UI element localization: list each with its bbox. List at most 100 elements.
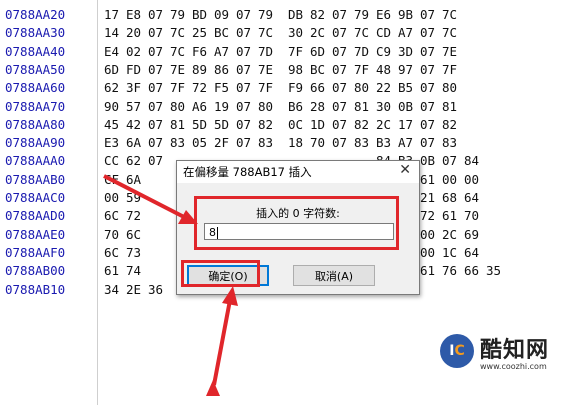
hex-byte[interactable]: 82	[442, 115, 464, 134]
hex-byte[interactable]: FD	[126, 60, 148, 79]
hex-byte[interactable]: 1C	[442, 243, 464, 262]
hex-byte[interactable]: 07	[420, 5, 442, 24]
hex-byte[interactable]: CD	[376, 23, 398, 42]
hex-byte[interactable]: 3D	[398, 42, 420, 61]
hex-byte[interactable]: 07	[148, 23, 170, 42]
hex-byte[interactable]: 86	[214, 60, 236, 79]
row-bytes[interactable]: 90 57 07 80 A6 19 07 80 B6 28 07 81 30 0B 07 81	[104, 97, 464, 116]
hex-byte[interactable]: 80	[170, 97, 192, 116]
hex-byte[interactable]: 66	[310, 78, 332, 97]
hex-byte[interactable]: 6A	[126, 170, 148, 189]
hex-byte[interactable]: 02	[126, 42, 148, 61]
hex-byte[interactable]: 80	[258, 97, 280, 116]
hex-byte[interactable]: 0C	[288, 115, 310, 134]
close-icon[interactable]: ✕	[399, 162, 411, 178]
row-bytes[interactable]: 17 E8 07 79 BD 09 07 79 DB 82 07 79 E6 9B 07 7C	[104, 5, 464, 24]
hex-byte[interactable]: BC	[214, 23, 236, 42]
hex-byte[interactable]: 1D	[310, 115, 332, 134]
hex-byte[interactable]: 17	[104, 5, 126, 24]
hex-byte[interactable]: B6	[288, 97, 310, 116]
hex-byte[interactable]: 81	[442, 97, 464, 116]
hex-byte[interactable]: 3F	[126, 78, 148, 97]
hex-byte[interactable]: 82	[354, 115, 376, 134]
hex-byte[interactable]: 07	[236, 78, 258, 97]
hex-byte[interactable]: 28	[310, 97, 332, 116]
hex-byte[interactable]: 07	[332, 133, 354, 152]
hex-byte[interactable]: F9	[288, 78, 310, 97]
row-bytes[interactable]: 6D FD 07 7E 89 86 07 7E 98 BC 07 7F 48 97 07 7F	[104, 60, 464, 79]
hex-byte[interactable]: 57	[126, 97, 148, 116]
hex-byte[interactable]: 00	[104, 188, 126, 207]
hex-byte[interactable]: A6	[192, 97, 214, 116]
hex-byte[interactable]: 79	[354, 5, 376, 24]
hex-byte[interactable]: 07	[148, 60, 170, 79]
hex-byte[interactable]: 5D	[214, 115, 236, 134]
hex-byte[interactable]: DB	[288, 5, 310, 24]
hex-byte[interactable]: CF	[104, 170, 126, 189]
hex-byte[interactable]: 7D	[354, 42, 376, 61]
hex-byte[interactable]: 84	[464, 151, 486, 170]
hex-byte[interactable]: 64	[464, 243, 486, 262]
hex-byte[interactable]: 7F	[442, 60, 464, 79]
hex-byte[interactable]: 59	[126, 188, 148, 207]
hex-byte[interactable]: 97	[398, 60, 420, 79]
hex-byte[interactable]: 45	[104, 115, 126, 134]
hex-byte[interactable]: 34	[104, 280, 126, 299]
hex-byte[interactable]: A7	[398, 23, 420, 42]
hex-byte[interactable]: BC	[310, 60, 332, 79]
hex-byte[interactable]: 83	[258, 133, 280, 152]
row-bytes[interactable]: 45 42 07 81 5D 5D 07 82 0C 1D 07 82 2C 17 07 82	[104, 115, 464, 134]
hex-byte[interactable]: 70	[310, 133, 332, 152]
hex-byte[interactable]: 72	[192, 78, 214, 97]
hex-byte[interactable]: 2E	[126, 280, 148, 299]
hex-byte[interactable]: 7E	[170, 60, 192, 79]
hex-byte[interactable]: 07	[148, 151, 170, 170]
hex-byte[interactable]: 61	[442, 206, 464, 225]
hex-byte[interactable]: 79	[258, 5, 280, 24]
hex-byte[interactable]: 83	[442, 133, 464, 152]
hex-byte[interactable]: 42	[126, 115, 148, 134]
hex-byte[interactable]: 2F	[214, 133, 236, 152]
hex-byte[interactable]: 7C	[170, 23, 192, 42]
hex-byte[interactable]: 07	[148, 78, 170, 97]
hex-byte[interactable]: 7F	[354, 60, 376, 79]
hex-byte[interactable]: 82	[258, 115, 280, 134]
hex-byte[interactable]: 83	[170, 133, 192, 152]
cancel-button[interactable]: 取消(A)	[293, 265, 375, 286]
hex-byte[interactable]: 2C	[376, 115, 398, 134]
row-bytes[interactable]: E3 6A 07 83 05 2F 07 83 18 70 07 83 B3 A7 07 83	[104, 133, 464, 152]
hex-byte[interactable]: 35	[486, 261, 508, 280]
hex-byte[interactable]: B5	[398, 78, 420, 97]
hex-byte[interactable]: 07	[420, 23, 442, 42]
hex-byte[interactable]: 07	[420, 133, 442, 152]
hex-byte[interactable]: 14	[104, 23, 126, 42]
hex-byte[interactable]: 6C	[104, 206, 126, 225]
hex-byte[interactable]: A7	[398, 133, 420, 152]
hex-byte[interactable]: E4	[104, 42, 126, 61]
hex-byte[interactable]: 72	[420, 206, 442, 225]
row-bytes[interactable]: 62 3F 07 7F 72 F5 07 7F F9 66 07 80 22 B5 07 80	[104, 78, 464, 97]
hex-byte[interactable]: 82	[310, 5, 332, 24]
hex-byte[interactable]: 6A	[126, 133, 148, 152]
hex-byte[interactable]: 7E	[442, 42, 464, 61]
hex-byte[interactable]: 07	[236, 97, 258, 116]
hex-byte[interactable]: 07	[332, 78, 354, 97]
hex-byte[interactable]: 36	[148, 280, 170, 299]
hex-byte[interactable]: 68	[442, 188, 464, 207]
hex-byte[interactable]: 7D	[258, 42, 280, 61]
hex-byte[interactable]: 00	[420, 243, 442, 262]
hex-byte[interactable]: 07	[332, 5, 354, 24]
hex-byte[interactable]: 07	[332, 97, 354, 116]
hex-byte[interactable]: E3	[104, 133, 126, 152]
hex-byte[interactable]: 6D	[104, 60, 126, 79]
hex-byte[interactable]: B3	[376, 133, 398, 152]
hex-byte[interactable]: 00	[464, 170, 486, 189]
hex-byte[interactable]: 21	[420, 188, 442, 207]
hex-byte[interactable]: 2C	[310, 23, 332, 42]
hex-byte[interactable]: 7F	[288, 42, 310, 61]
hex-byte[interactable]: 25	[192, 23, 214, 42]
hex-byte[interactable]: 6D	[310, 42, 332, 61]
hex-byte[interactable]: 70	[464, 206, 486, 225]
hex-byte[interactable]: 07	[148, 97, 170, 116]
hex-byte[interactable]: 22	[376, 78, 398, 97]
